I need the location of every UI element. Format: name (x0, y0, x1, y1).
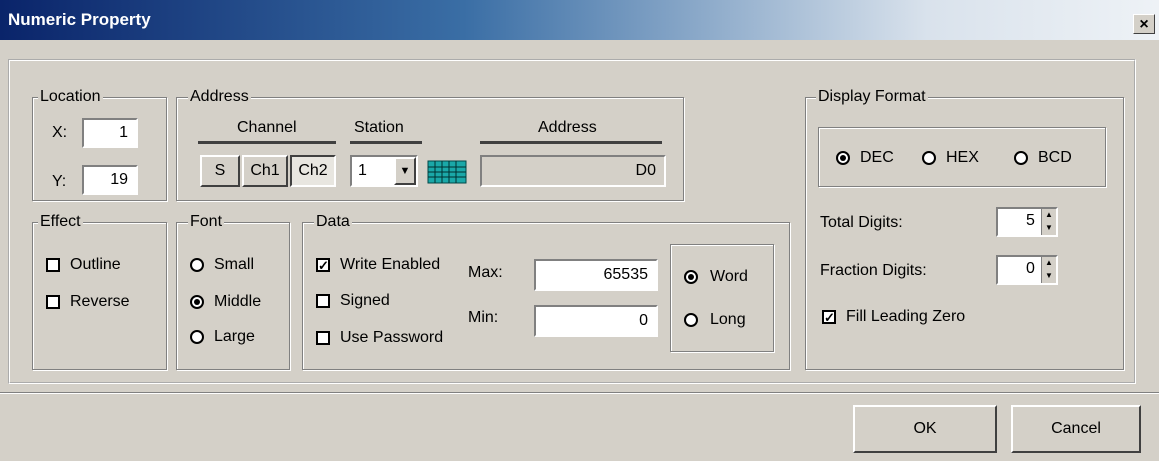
total-digits-label: Total Digits: (820, 214, 903, 231)
font-middle-label: Middle (214, 293, 262, 310)
use-password-checkbox[interactable] (316, 331, 330, 345)
ok-button[interactable]: OK (853, 405, 997, 453)
min-input[interactable]: 0 (534, 305, 658, 337)
dropdown-arrow-icon[interactable]: ▼ (394, 157, 416, 185)
max-input[interactable]: 65535 (534, 259, 658, 291)
x-label: X: (52, 124, 68, 141)
fill-leading-zero-label: Fill Leading Zero (846, 308, 966, 325)
address-header-bar (480, 141, 662, 144)
spin-down-icon[interactable]: ▼ (1041, 270, 1056, 283)
address-field[interactable]: D0 (480, 155, 666, 187)
fraction-digits-value: 0 (1026, 260, 1035, 277)
font-large-radio[interactable] (190, 330, 204, 344)
hex-label: HEX (946, 149, 979, 166)
station-header-bar (350, 141, 422, 144)
write-enabled-checkbox[interactable]: ✓ (316, 258, 330, 272)
address-legend: Address (188, 88, 251, 106)
signed-checkbox[interactable] (316, 294, 330, 308)
keypad-grid-icon[interactable] (427, 160, 467, 184)
effect-legend: Effect (38, 213, 83, 231)
y-label: Y: (52, 173, 67, 190)
y-input[interactable]: 19 (82, 165, 138, 195)
font-large-label: Large (214, 328, 255, 345)
total-digits-value: 5 (1026, 212, 1035, 229)
word-radio[interactable] (684, 270, 698, 284)
outline-label: Outline (70, 256, 121, 273)
bottom-separator (0, 392, 1159, 394)
font-legend: Font (188, 213, 225, 231)
title-bar (0, 0, 1159, 40)
window-title: Numeric Property (8, 10, 151, 29)
spin-up-icon[interactable]: ▲ (1041, 257, 1056, 270)
reverse-checkbox[interactable] (46, 295, 60, 309)
channel-ch2-button[interactable]: Ch2 (290, 155, 336, 187)
channel-s-button[interactable]: S (200, 155, 240, 187)
cancel-button[interactable]: Cancel (1011, 405, 1141, 453)
signed-label: Signed (340, 292, 390, 309)
close-button[interactable]: × (1133, 14, 1155, 34)
reverse-label: Reverse (70, 293, 130, 310)
address-header: Address (538, 119, 597, 136)
data-legend: Data (314, 213, 352, 231)
location-legend: Location (38, 88, 103, 106)
dec-label: DEC (860, 149, 894, 166)
use-password-label: Use Password (340, 329, 444, 346)
font-small-radio[interactable] (190, 258, 204, 272)
x-input[interactable]: 1 (82, 118, 138, 148)
min-label: Min: (468, 309, 499, 326)
fill-leading-zero-checkbox[interactable]: ✓ (822, 310, 836, 324)
fraction-digits-label: Fraction Digits: (820, 262, 927, 279)
channel-header: Channel (237, 119, 297, 136)
station-header: Station (354, 119, 404, 136)
long-label: Long (710, 311, 746, 328)
dec-radio[interactable] (836, 151, 850, 165)
bcd-radio[interactable] (1014, 151, 1028, 165)
hex-radio[interactable] (922, 151, 936, 165)
font-small-label: Small (214, 256, 255, 273)
display-format-legend: Display Format (816, 88, 928, 106)
outline-checkbox[interactable] (46, 258, 60, 272)
word-label: Word (710, 268, 748, 285)
max-label: Max: (468, 264, 503, 281)
spin-down-icon[interactable]: ▼ (1041, 222, 1056, 235)
channel-ch1-button[interactable]: Ch1 (242, 155, 288, 187)
channel-header-bar (198, 141, 336, 144)
write-enabled-label: Write Enabled (340, 256, 441, 273)
font-middle-radio[interactable] (190, 295, 204, 309)
station-value: 1 (358, 162, 367, 179)
bcd-label: BCD (1038, 149, 1072, 166)
size-group (670, 244, 774, 352)
spin-up-icon[interactable]: ▲ (1041, 209, 1056, 222)
long-radio[interactable] (684, 313, 698, 327)
